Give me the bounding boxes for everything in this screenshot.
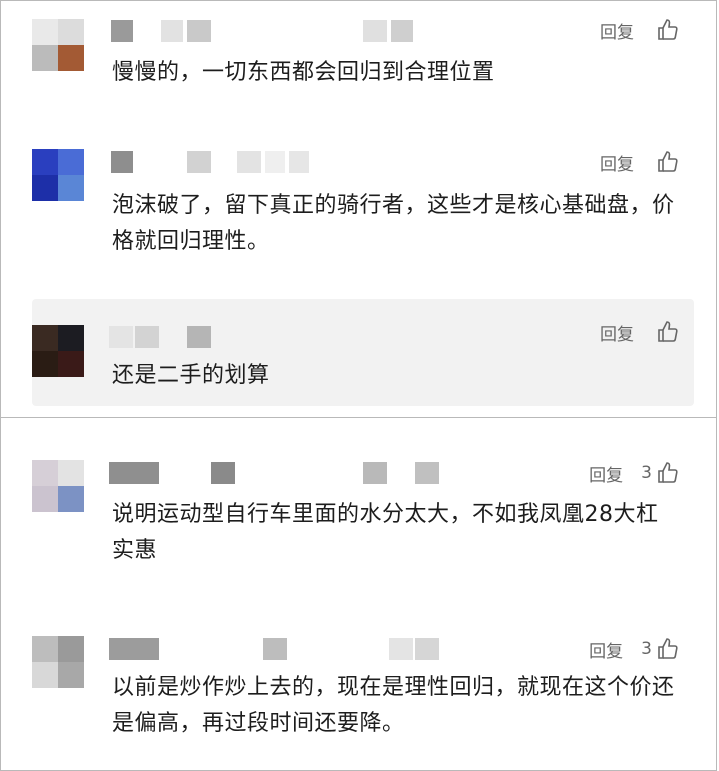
comment-actions: 回复 <box>600 318 680 346</box>
avatar[interactable] <box>32 636 84 688</box>
username-blur <box>109 326 133 348</box>
avatar[interactable] <box>32 149 84 201</box>
username-blur <box>389 638 413 660</box>
comment-actions: 回复 <box>600 16 680 44</box>
username-blur <box>109 638 159 660</box>
username-blur <box>109 462 159 484</box>
comment-panel-bottom: 回复 3 说明运动型自行车里面的水分太大，不如我凤凰28大杠实惠 回复 3 以前… <box>0 418 717 771</box>
username-blur <box>187 326 211 348</box>
comment-text: 泡沫破了，留下真正的骑行者，这些才是核心基础盘，价格就回归理性。 <box>112 193 675 254</box>
thumbs-up-icon <box>658 151 678 172</box>
comment-panel-top: 回复 慢慢的，一切东西都会回归到合理位置 回复 泡沫破了，留下真正的骑行者，这些… <box>0 0 717 418</box>
username-blur <box>187 20 211 42</box>
username-blur <box>415 638 439 660</box>
thumbs-up-icon <box>658 19 678 40</box>
reply-button[interactable]: 回复 <box>589 637 623 662</box>
avatar[interactable] <box>32 325 84 377</box>
like-count: 3 <box>641 639 652 659</box>
username-blur <box>237 151 261 173</box>
like-button[interactable] <box>652 320 680 344</box>
reply-button[interactable]: 回复 <box>600 150 634 175</box>
comment-text: 还是二手的划算 <box>112 363 270 388</box>
username-blur <box>211 462 235 484</box>
username-blur <box>363 20 387 42</box>
like-button[interactable] <box>652 18 680 42</box>
username-blur <box>391 20 413 42</box>
like-button[interactable]: 3 <box>641 461 680 485</box>
comment-actions: 回复 <box>600 148 680 176</box>
comment-actions: 回复 3 <box>589 459 680 487</box>
comment-text: 说明运动型自行车里面的水分太大，不如我凤凰28大杠实惠 <box>112 502 659 563</box>
username-blur <box>363 462 387 484</box>
avatar[interactable] <box>32 19 84 71</box>
like-button[interactable] <box>652 150 680 174</box>
like-count: 3 <box>641 463 652 483</box>
username-blur <box>263 638 287 660</box>
reply-button[interactable]: 回复 <box>589 461 623 486</box>
comment-text: 慢慢的，一切东西都会回归到合理位置 <box>112 60 495 85</box>
thumbs-up-icon <box>658 638 678 659</box>
username-blur <box>415 462 439 484</box>
comment-text: 以前是炒作炒上去的，现在是理性回归，就现在这个价还是偏高，再过段时间还要降。 <box>112 675 675 736</box>
thumbs-up-icon <box>658 462 678 483</box>
reply-button[interactable]: 回复 <box>600 18 634 43</box>
avatar[interactable] <box>32 460 84 512</box>
thumbs-up-icon <box>658 321 678 342</box>
comment-actions: 回复 3 <box>589 635 680 663</box>
like-button[interactable]: 3 <box>641 637 680 661</box>
username-blur <box>111 151 133 173</box>
reply-button[interactable]: 回复 <box>600 320 634 345</box>
username-blur <box>161 20 183 42</box>
username-blur <box>135 326 159 348</box>
username-blur <box>265 151 285 173</box>
username-blur <box>187 151 211 173</box>
username-blur <box>289 151 309 173</box>
username-blur <box>111 20 133 42</box>
